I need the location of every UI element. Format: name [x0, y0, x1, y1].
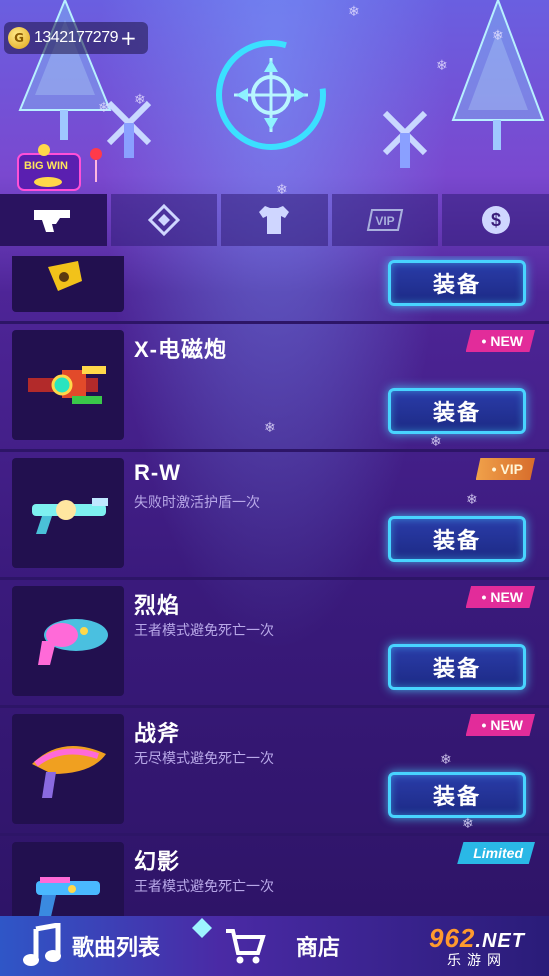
- music-note-icon: [23, 923, 61, 966]
- site-watermark-logo: 962.NET 乐游网: [411, 920, 543, 972]
- watermark-number: 962: [429, 922, 476, 953]
- dollar-icon-label: $: [491, 210, 501, 230]
- diamond-indicator-icon: [192, 918, 212, 938]
- watermark-text: 乐游网: [447, 952, 507, 969]
- snowflake-decoration: ❄: [98, 100, 110, 116]
- list-item: 幻影 王者模式避免死亡一次 Limited: [0, 842, 549, 916]
- equip-button[interactable]: 装备: [388, 644, 526, 690]
- nav-shop[interactable]: 商店: [190, 916, 340, 976]
- cart-icon: [226, 929, 266, 964]
- weapon-description: 无尽模式避免死亡一次: [134, 751, 274, 767]
- tab-targets[interactable]: [110, 194, 218, 246]
- weapon-name: 幻影: [134, 849, 181, 874]
- vip-icon: VIP: [366, 209, 404, 231]
- vip-icon-label: VIP: [375, 214, 394, 228]
- list-item: 烈焰 王者模式避免死亡一次 • NEW 装备: [0, 586, 549, 708]
- weapon-thumbnail: [12, 842, 124, 916]
- tab-skins[interactable]: [221, 194, 328, 246]
- big-win-promo-button[interactable]: BIG WIN: [14, 142, 106, 194]
- weapon-thumbnail: [12, 330, 124, 440]
- gun-icon: [34, 210, 71, 232]
- watermark-suffix: .NET: [475, 929, 525, 952]
- snowflake-decoration: ❄: [466, 492, 478, 508]
- weapon-thumbnail: [12, 586, 124, 696]
- snowflake-decoration: ❄: [134, 92, 146, 108]
- windmill-left-decoration: [106, 100, 152, 158]
- snowflake-decoration: ❄: [430, 434, 442, 450]
- vip-badge: • VIP: [475, 458, 535, 480]
- tab-currency[interactable]: $: [442, 194, 549, 246]
- weapon-thumbnail: [12, 714, 124, 824]
- category-tabs: VIP $: [0, 194, 549, 248]
- coin-balance[interactable]: G 1342177279 +: [4, 22, 148, 54]
- tab-vip[interactable]: VIP: [331, 194, 439, 246]
- weapon-name: 烈焰: [134, 593, 181, 618]
- weapon-description: 失败时激活护盾一次: [134, 495, 260, 511]
- coin-icon: G: [8, 27, 30, 49]
- windmill-right-decoration: [382, 110, 428, 168]
- weapon-name: 战斧: [134, 721, 181, 746]
- weapon-list[interactable]: 装备 X-电磁炮 • NEW 装备 R-W 失败时激活护盾一次 • VIP 装备…: [0, 256, 549, 916]
- weapon-description: 王者模式避免死亡一次: [134, 623, 274, 639]
- list-item: R-W 失败时激活护盾一次 • VIP 装备: [0, 458, 549, 580]
- shirt-icon: [259, 206, 290, 234]
- dollar-icon: $: [481, 206, 510, 234]
- new-badge: • NEW: [465, 586, 535, 608]
- snowflake-decoration: ❄: [436, 58, 448, 74]
- equip-button[interactable]: 装备: [388, 388, 526, 434]
- nav-song-list[interactable]: 歌曲列表: [22, 916, 160, 976]
- equip-button[interactable]: 装备: [388, 260, 526, 306]
- equip-button[interactable]: 装备: [388, 772, 526, 818]
- add-coins-button[interactable]: +: [120, 26, 137, 50]
- snowflake-decoration: ❄: [264, 420, 276, 436]
- new-badge: • NEW: [465, 330, 535, 352]
- nav-song-list-label: 歌曲列表: [72, 936, 161, 961]
- weapon-name: R-W: [134, 460, 181, 485]
- weapon-thumbnail: [12, 458, 124, 568]
- new-badge: • NEW: [465, 714, 535, 736]
- tree-right-decoration: [451, 0, 545, 150]
- tab-weapons[interactable]: [0, 194, 107, 246]
- crosshair-icon: [216, 40, 326, 150]
- weapon-description: 王者模式避免死亡一次: [134, 879, 274, 895]
- big-win-label: BIG WIN: [24, 160, 68, 172]
- nav-shop-label: 商店: [296, 936, 341, 961]
- snowflake-decoration: ❄: [348, 4, 360, 20]
- snowflake-decoration: ❄: [492, 28, 504, 44]
- list-item: 装备: [0, 256, 549, 324]
- snowflake-decoration: ❄: [462, 816, 474, 832]
- weapon-thumbnail: [12, 256, 124, 312]
- coin-value: 1342177279: [34, 29, 118, 46]
- limited-badge: Limited: [457, 842, 535, 864]
- weapon-name: X-电磁炮: [134, 337, 228, 362]
- diamond-icon: [147, 203, 181, 237]
- equip-button[interactable]: 装备: [388, 516, 526, 562]
- snowflake-decoration: ❄: [440, 752, 452, 768]
